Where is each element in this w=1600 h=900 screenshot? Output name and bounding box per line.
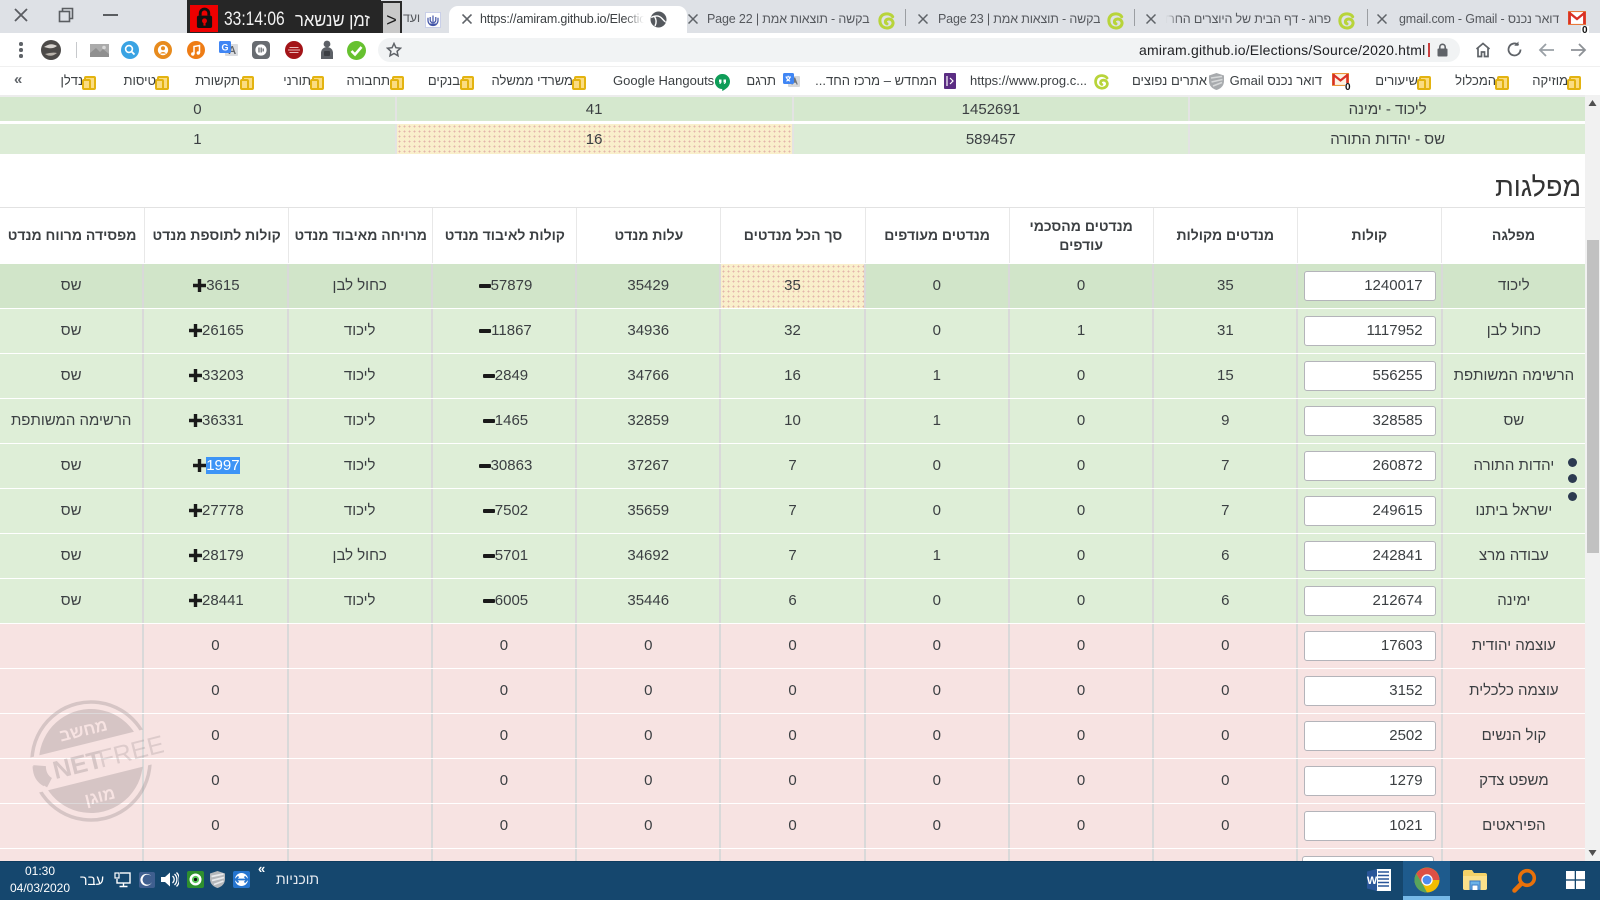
svg-text:G: G [221, 43, 228, 53]
svg-text:W: W [1367, 875, 1378, 887]
